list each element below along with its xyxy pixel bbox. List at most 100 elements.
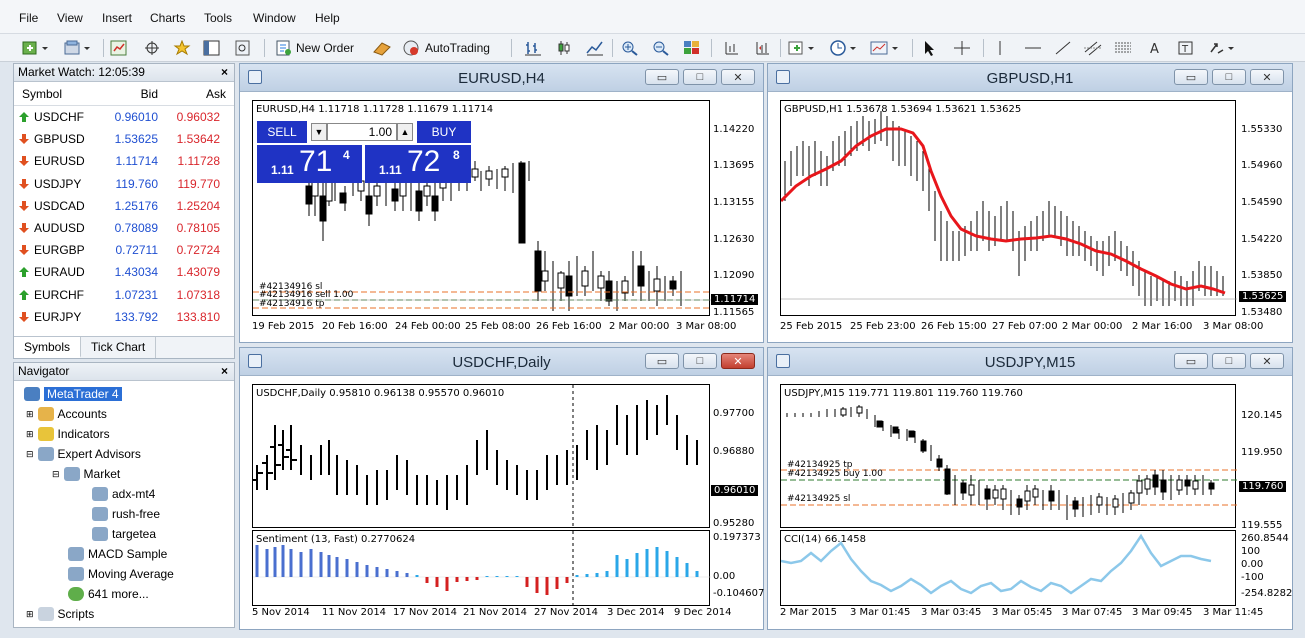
market-watch-icon[interactable]: [110, 38, 128, 58]
close-button[interactable]: ✕: [721, 69, 755, 85]
new-order-button[interactable]: New Order: [275, 38, 354, 58]
menu-charts[interactable]: Charts: [150, 11, 185, 25]
nav-adx-mt4[interactable]: adx-mt4: [92, 485, 155, 503]
bar-chart-icon[interactable]: [524, 38, 542, 58]
symbol-name: EURGBP: [34, 243, 85, 258]
menu-window[interactable]: Window: [253, 11, 296, 25]
ask-value: 1.53642: [176, 132, 220, 147]
maximize-button[interactable]: □: [683, 69, 717, 85]
nav-targetea[interactable]: targetea: [92, 525, 156, 543]
maximize-button[interactable]: □: [1212, 69, 1246, 85]
terminal-icon[interactable]: [203, 38, 221, 58]
menu-file[interactable]: File: [19, 11, 38, 25]
maximize-button[interactable]: □: [1212, 353, 1246, 369]
line-chart-icon[interactable]: [586, 38, 604, 58]
nav-market[interactable]: ⊟ Market: [52, 465, 120, 483]
equidistant-channel-icon[interactable]: [1083, 38, 1103, 58]
lot-decrease-button[interactable]: ▼: [311, 123, 327, 141]
column-ask[interactable]: Ask: [158, 87, 226, 101]
indicator-subwindow[interactable]: Sentiment (13, Fast) 0.2770624: [252, 530, 711, 607]
indicators-button[interactable]: [788, 38, 818, 58]
templates-button[interactable]: [870, 38, 902, 58]
chart-title-bar[interactable]: GBPUSD,H1 ▭ □ ✕: [768, 64, 1292, 92]
market-watch-row[interactable]: EURJPY 133.792 133.810: [14, 306, 234, 328]
column-symbol[interactable]: Symbol: [14, 87, 102, 101]
vertical-line-icon[interactable]: [995, 38, 1005, 58]
time-label: 9 Dec 2014: [674, 607, 732, 618]
nav-more[interactable]: 641 more...: [68, 585, 149, 603]
sell-button[interactable]: SELL: [257, 121, 307, 143]
minimize-button[interactable]: ▭: [645, 353, 679, 369]
text-label-icon[interactable]: T: [1178, 38, 1194, 58]
candlestick-icon[interactable]: [555, 38, 573, 58]
nav-moving-average[interactable]: Moving Average: [68, 565, 174, 583]
buy-price-box[interactable]: 1.11 72 8: [365, 145, 471, 183]
chart-title-bar[interactable]: EURUSD,H4 ▭ □ ✕: [240, 64, 763, 92]
chart-plot-area[interactable]: EURUSD,H4 1.11718 1.11728 1.11679 1.1171…: [252, 100, 711, 316]
minimize-button[interactable]: ▭: [1174, 353, 1208, 369]
chart-title-bar[interactable]: USDCHF,Daily ▭ □ ✕: [240, 348, 763, 376]
strategy-tester-icon[interactable]: [234, 38, 252, 58]
menu-help[interactable]: Help: [315, 11, 340, 25]
close-button[interactable]: ✕: [1250, 69, 1284, 85]
crosshair-icon[interactable]: [953, 38, 971, 58]
maximize-button[interactable]: □: [683, 353, 717, 369]
close-button[interactable]: ✕: [1250, 353, 1284, 369]
close-icon[interactable]: ×: [221, 64, 228, 81]
data-window-icon[interactable]: [143, 38, 161, 58]
nav-expert-advisors[interactable]: ⊟ Expert Advisors: [26, 445, 141, 463]
metaeditor-icon[interactable]: [372, 38, 392, 58]
profiles-button[interactable]: [64, 38, 92, 58]
market-watch-row[interactable]: EURCHF 1.07231 1.07318: [14, 284, 234, 306]
nav-macd-sample[interactable]: MACD Sample: [68, 545, 167, 563]
minimize-button[interactable]: ▭: [645, 69, 679, 85]
periods-button[interactable]: [830, 38, 860, 58]
indicator-subwindow[interactable]: CCI(14) 66.1458: [780, 530, 1236, 606]
close-button[interactable]: ✕: [721, 353, 755, 369]
chart-title-bar[interactable]: USDJPY,M15 ▭ □ ✕: [768, 348, 1292, 376]
minimize-button[interactable]: ▭: [1174, 69, 1208, 85]
tab-symbols[interactable]: Symbols: [14, 337, 82, 358]
new-chart-button[interactable]: [22, 38, 50, 58]
chart-plot-area[interactable]: USDJPY,M15 119.771 119.801 119.760 119.7…: [780, 384, 1237, 528]
nav-indicators[interactable]: ⊞ Indicators: [26, 425, 110, 443]
menu-view[interactable]: View: [57, 11, 83, 25]
nav-scripts[interactable]: ⊞ Scripts: [26, 605, 94, 623]
autotrading-button[interactable]: AutoTrading: [402, 38, 490, 58]
market-watch-row[interactable]: USDCAD 1.25176 1.25204: [14, 195, 234, 217]
text-icon[interactable]: A: [1148, 38, 1162, 58]
chart-shift-icon[interactable]: [722, 38, 740, 58]
cursor-icon[interactable]: [922, 38, 938, 58]
navigator-star-icon[interactable]: [173, 38, 193, 58]
sell-price-box[interactable]: 1.11 71 4: [257, 145, 362, 183]
market-watch-row[interactable]: USDJPY 119.760 119.770: [14, 173, 234, 195]
column-bid[interactable]: Bid: [102, 87, 158, 101]
lot-input[interactable]: 1.00: [327, 123, 397, 141]
tile-windows-icon[interactable]: [683, 38, 701, 58]
market-watch-row[interactable]: EURAUD 1.43034 1.43079: [14, 261, 234, 283]
menu-insert[interactable]: Insert: [102, 11, 132, 25]
chart-window-usdchf: USDCHF,Daily ▭ □ ✕ USDCHF,Daily 0.95810 …: [239, 347, 764, 630]
chart-plot-area[interactable]: USDCHF,Daily 0.95810 0.96138 0.95570 0.9…: [252, 384, 710, 529]
tab-tick-chart[interactable]: Tick Chart: [81, 337, 157, 358]
market-watch-row[interactable]: USDCHF 0.96010 0.96032: [14, 106, 234, 128]
nav-metatrader4[interactable]: MetaTrader 4: [24, 385, 122, 403]
nav-accounts[interactable]: ⊞ Accounts: [26, 405, 107, 423]
autoscroll-icon[interactable]: [753, 38, 771, 58]
fibonacci-icon[interactable]: [1114, 38, 1134, 58]
market-watch-row[interactable]: GBPUSD 1.53625 1.53642: [14, 128, 234, 150]
horizontal-line-icon[interactable]: [1024, 38, 1042, 58]
zoom-in-icon[interactable]: [621, 38, 639, 58]
nav-rush-free[interactable]: rush-free: [92, 505, 160, 523]
buy-button[interactable]: BUY: [417, 121, 471, 143]
trendline-icon[interactable]: [1054, 38, 1072, 58]
lot-increase-button[interactable]: ▲: [397, 123, 413, 141]
market-watch-row[interactable]: EURGBP 0.72711 0.72724: [14, 239, 234, 261]
zoom-out-icon[interactable]: [652, 38, 670, 58]
arrows-button[interactable]: [1208, 38, 1238, 58]
market-watch-row[interactable]: EURUSD 1.11714 1.11728: [14, 150, 234, 172]
chart-plot-area[interactable]: GBPUSD,H1 1.53678 1.53694 1.53621 1.5362…: [780, 100, 1237, 316]
close-icon[interactable]: ×: [221, 363, 228, 380]
market-watch-row[interactable]: AUDUSD 0.78089 0.78105: [14, 217, 234, 239]
menu-tools[interactable]: Tools: [204, 11, 232, 25]
